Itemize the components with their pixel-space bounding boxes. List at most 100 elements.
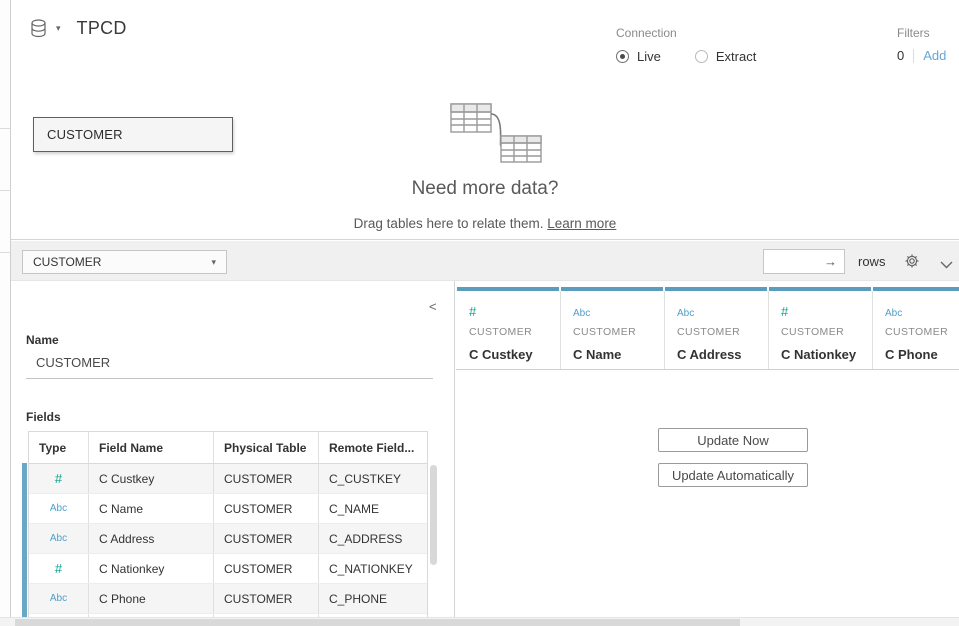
physical-table-cell: CUSTOMER bbox=[214, 554, 319, 583]
col-header-field-name: Field Name bbox=[89, 432, 214, 463]
name-label: Name bbox=[26, 333, 59, 347]
tableau-datasource-page: ▾ TPCD Connection Live Extract Filters 0 bbox=[0, 0, 959, 626]
field-name-cell: C Address bbox=[89, 524, 214, 553]
table-row[interactable]: Abc C Name CUSTOMER C_NAME bbox=[29, 494, 427, 524]
connection-section: Connection Live Extract bbox=[616, 26, 756, 64]
grid-column-c-nationkey[interactable]: # CUSTOMER C Nationkey bbox=[769, 287, 873, 369]
remote-field-cell: C_PHONE bbox=[319, 584, 429, 613]
fields-label: Fields bbox=[26, 410, 61, 424]
column-field-name: C Address bbox=[677, 347, 768, 362]
row-limit-box[interactable]: → bbox=[763, 249, 845, 274]
remote-field-cell: C_ADDRESS bbox=[319, 524, 429, 553]
table-details-panel: < Name CUSTOMER Fields Type Field Name P… bbox=[11, 281, 454, 617]
col-header-type: Type bbox=[29, 432, 89, 463]
type-string-icon: Abc bbox=[677, 303, 768, 319]
learn-more-link[interactable]: Learn more bbox=[547, 216, 616, 231]
database-menu-caret-icon[interactable]: ▾ bbox=[56, 23, 61, 34]
column-table-name: CUSTOMER bbox=[677, 326, 768, 338]
physical-table-cell: CUSTOMER bbox=[214, 464, 319, 493]
radio-extract-icon[interactable] bbox=[695, 50, 708, 63]
type-string-icon: Abc bbox=[573, 303, 664, 319]
filters-add-link[interactable]: Add bbox=[923, 48, 946, 63]
radio-live-label[interactable]: Live bbox=[637, 49, 661, 64]
collapse-grid-chevron-icon[interactable] bbox=[940, 256, 953, 274]
column-table-name: CUSTOMER bbox=[469, 326, 560, 338]
rows-label: rows bbox=[858, 254, 885, 269]
table-selector-dropdown[interactable]: CUSTOMER ▾ bbox=[22, 250, 227, 274]
grid-column-c-name[interactable]: Abc CUSTOMER C Name bbox=[561, 287, 665, 369]
name-input[interactable]: CUSTOMER bbox=[26, 349, 433, 379]
grid-header-border bbox=[456, 369, 959, 370]
column-table-name: CUSTOMER bbox=[885, 326, 959, 338]
radio-extract[interactable]: Extract bbox=[695, 49, 756, 64]
column-field-name: C Custkey bbox=[469, 347, 560, 362]
fields-table: Type Field Name Physical Table Remote Fi… bbox=[28, 431, 428, 623]
column-field-name: C Phone bbox=[885, 347, 959, 362]
horizontal-scrollbar[interactable] bbox=[0, 617, 959, 626]
column-table-name: CUSTOMER bbox=[573, 326, 664, 338]
pane-divider bbox=[0, 190, 10, 191]
table-selector-value: CUSTOMER bbox=[33, 255, 101, 269]
radio-live-icon[interactable] bbox=[616, 50, 629, 63]
grid-column-c-phone[interactable]: Abc CUSTOMER C Phone bbox=[873, 287, 959, 369]
horizontal-scrollbar-thumb[interactable] bbox=[15, 619, 740, 626]
table-row[interactable]: # C Nationkey CUSTOMER C_NATIONKEY bbox=[29, 554, 427, 584]
physical-table-cell: CUSTOMER bbox=[214, 494, 319, 523]
grid-column-c-address[interactable]: Abc CUSTOMER C Address bbox=[665, 287, 769, 369]
radio-live[interactable]: Live bbox=[616, 49, 661, 64]
table-row[interactable]: Abc C Phone CUSTOMER C_PHONE bbox=[29, 584, 427, 614]
update-now-button[interactable]: Update Now bbox=[658, 428, 808, 452]
datasource-title-row: ▾ TPCD bbox=[30, 18, 127, 39]
physical-table-cell: CUSTOMER bbox=[214, 524, 319, 553]
type-string-icon: Abc bbox=[29, 524, 89, 553]
datasource-title: TPCD bbox=[77, 18, 127, 39]
remote-field-cell: C_CUSTKEY bbox=[319, 464, 429, 493]
grid-toolbar: CUSTOMER ▾ → rows bbox=[11, 241, 959, 281]
field-name-cell: C Phone bbox=[89, 584, 214, 613]
fields-table-scrollbar[interactable] bbox=[430, 465, 437, 565]
divider bbox=[913, 49, 914, 63]
type-number-icon: # bbox=[29, 464, 89, 493]
physical-table-cell: CUSTOMER bbox=[214, 584, 319, 613]
type-string-icon: Abc bbox=[29, 494, 89, 523]
column-table-name: CUSTOMER bbox=[781, 326, 872, 338]
filters-section: Filters 0 Add bbox=[897, 26, 946, 63]
remote-field-cell: C_NAME bbox=[319, 494, 429, 523]
empty-state-title: Need more data? bbox=[11, 178, 959, 200]
filters-count: 0 bbox=[897, 48, 904, 63]
pane-divider bbox=[0, 128, 10, 129]
type-number-icon: # bbox=[29, 554, 89, 583]
fields-table-header: Type Field Name Physical Table Remote Fi… bbox=[29, 432, 427, 464]
field-name-cell: C Name bbox=[89, 494, 214, 523]
connection-label: Connection bbox=[616, 26, 756, 40]
relate-tables-icon bbox=[443, 98, 543, 171]
column-field-name: C Nationkey bbox=[781, 347, 872, 362]
type-number-icon: # bbox=[469, 303, 560, 319]
col-header-physical-table: Physical Table bbox=[214, 432, 319, 463]
empty-state-hint-text: Drag tables here to relate them. bbox=[354, 216, 548, 231]
row-limit-input[interactable] bbox=[769, 255, 824, 269]
database-icon[interactable] bbox=[30, 19, 47, 38]
collapse-panel-chevron[interactable]: < bbox=[429, 299, 437, 314]
data-preview-grid: # CUSTOMER C Custkey Abc CUSTOMER C Name… bbox=[455, 281, 959, 617]
pane-divider bbox=[0, 252, 10, 253]
gear-icon[interactable] bbox=[904, 253, 920, 274]
collapsed-left-pane[interactable] bbox=[0, 0, 11, 626]
type-string-icon: Abc bbox=[885, 303, 959, 319]
update-automatically-button[interactable]: Update Automatically bbox=[658, 463, 808, 487]
radio-extract-label[interactable]: Extract bbox=[716, 49, 756, 64]
type-string-icon: Abc bbox=[29, 584, 89, 613]
row-selection-bar bbox=[22, 463, 27, 617]
relationship-canvas: ▾ TPCD Connection Live Extract Filters 0 bbox=[11, 0, 959, 240]
canvas-table-customer[interactable]: CUSTOMER bbox=[33, 117, 233, 152]
grid-column-c-custkey[interactable]: # CUSTOMER C Custkey bbox=[457, 287, 561, 369]
table-row[interactable]: # C Custkey CUSTOMER C_CUSTKEY bbox=[29, 464, 427, 494]
table-row[interactable]: Abc C Address CUSTOMER C_ADDRESS bbox=[29, 524, 427, 554]
remote-field-cell: C_NATIONKEY bbox=[319, 554, 429, 583]
empty-state-hint: Drag tables here to relate them. Learn m… bbox=[11, 216, 959, 231]
column-field-name: C Name bbox=[573, 347, 664, 362]
field-name-cell: C Nationkey bbox=[89, 554, 214, 583]
arrow-right-icon[interactable]: → bbox=[824, 254, 837, 269]
filters-label: Filters bbox=[897, 26, 946, 40]
chevron-down-icon: ▾ bbox=[211, 257, 216, 268]
